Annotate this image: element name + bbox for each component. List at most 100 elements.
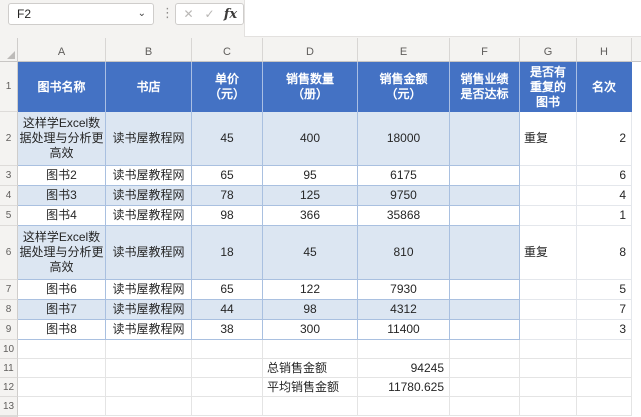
- col-header-A[interactable]: A: [18, 38, 106, 62]
- cell-H11[interactable]: [577, 359, 632, 378]
- cell-H3[interactable]: 6: [577, 166, 632, 186]
- cell-D3[interactable]: 95: [263, 166, 358, 186]
- cell-F6[interactable]: [450, 226, 520, 280]
- cell-E3[interactable]: 6175: [358, 166, 450, 186]
- col-header-B[interactable]: B: [106, 38, 192, 62]
- row-header[interactable]: 6: [0, 226, 18, 280]
- cell-G1[interactable]: 是否有 重复的 图书: [520, 62, 577, 112]
- cell-G3[interactable]: [520, 166, 577, 186]
- cell-H6[interactable]: 8: [577, 226, 632, 280]
- cell-D6[interactable]: 45: [263, 226, 358, 280]
- cell-F3[interactable]: [450, 166, 520, 186]
- row-header[interactable]: 1: [0, 62, 18, 112]
- cell-F10[interactable]: [450, 340, 520, 359]
- cell-D5[interactable]: 366: [263, 206, 358, 226]
- cell-E12[interactable]: 11780.625: [358, 378, 450, 397]
- row-header[interactable]: 7: [0, 280, 18, 300]
- cell-E6[interactable]: 810: [358, 226, 450, 280]
- row-header[interactable]: 3: [0, 166, 18, 186]
- cell-B8[interactable]: 读书屋教程网: [106, 300, 192, 320]
- row-header[interactable]: 2: [0, 112, 18, 166]
- cell-B7[interactable]: 读书屋教程网: [106, 280, 192, 300]
- cell-A4[interactable]: 图书3: [18, 186, 106, 206]
- cell-G7[interactable]: [520, 280, 577, 300]
- row-header[interactable]: 4: [0, 186, 18, 206]
- cell-D7[interactable]: 122: [263, 280, 358, 300]
- cell-F9[interactable]: [450, 320, 520, 340]
- cell-A8[interactable]: 图书7: [18, 300, 106, 320]
- cell-D13[interactable]: [263, 397, 358, 416]
- cell-A12[interactable]: [18, 378, 106, 397]
- cell-B2[interactable]: 读书屋教程网: [106, 112, 192, 166]
- col-header-F[interactable]: F: [450, 38, 520, 62]
- cell-F13[interactable]: [450, 397, 520, 416]
- cell-E5[interactable]: 35868: [358, 206, 450, 226]
- cell-D11[interactable]: 总销售金额: [263, 359, 358, 378]
- cell-E4[interactable]: 9750: [358, 186, 450, 206]
- cell-G9[interactable]: [520, 320, 577, 340]
- cell-H7[interactable]: 5: [577, 280, 632, 300]
- cell-C3[interactable]: 65: [192, 166, 263, 186]
- row-header[interactable]: 13: [0, 397, 18, 416]
- row-header[interactable]: 9: [0, 320, 18, 340]
- col-header-D[interactable]: D: [263, 38, 358, 62]
- cell-C5[interactable]: 98: [192, 206, 263, 226]
- cell-E10[interactable]: [358, 340, 450, 359]
- col-header-C[interactable]: C: [192, 38, 263, 62]
- cell-F7[interactable]: [450, 280, 520, 300]
- cell-D4[interactable]: 125: [263, 186, 358, 206]
- cell-F12[interactable]: [450, 378, 520, 397]
- cell-A1[interactable]: 图书名称: [18, 62, 106, 112]
- col-header-G[interactable]: G: [520, 38, 577, 62]
- cell-B13[interactable]: [106, 397, 192, 416]
- cell-C10[interactable]: [192, 340, 263, 359]
- cell-H9[interactable]: 3: [577, 320, 632, 340]
- cell-F8[interactable]: [450, 300, 520, 320]
- cell-E7[interactable]: 7930: [358, 280, 450, 300]
- cell-G11[interactable]: [520, 359, 577, 378]
- cell-H5[interactable]: 1: [577, 206, 632, 226]
- cell-C7[interactable]: 65: [192, 280, 263, 300]
- cell-H10[interactable]: [577, 340, 632, 359]
- cell-C2[interactable]: 45: [192, 112, 263, 166]
- row-header[interactable]: 5: [0, 206, 18, 226]
- formula-input[interactable]: [244, 0, 641, 37]
- cell-G6[interactable]: 重复: [520, 226, 577, 280]
- cell-H12[interactable]: [577, 378, 632, 397]
- cell-C12[interactable]: [192, 378, 263, 397]
- cell-G2[interactable]: 重复: [520, 112, 577, 166]
- cell-D8[interactable]: 98: [263, 300, 358, 320]
- cell-C6[interactable]: 18: [192, 226, 263, 280]
- cell-G12[interactable]: [520, 378, 577, 397]
- cell-B9[interactable]: 读书屋教程网: [106, 320, 192, 340]
- cell-C8[interactable]: 44: [192, 300, 263, 320]
- col-header-E[interactable]: E: [358, 38, 450, 62]
- cell-D1[interactable]: 销售数量 （册）: [263, 62, 358, 112]
- cell-B3[interactable]: 读书屋教程网: [106, 166, 192, 186]
- cell-G4[interactable]: [520, 186, 577, 206]
- cell-F4[interactable]: [450, 186, 520, 206]
- cell-C9[interactable]: 38: [192, 320, 263, 340]
- select-all-corner[interactable]: [0, 38, 18, 62]
- cell-A6[interactable]: 这样学Excel数据处理与分析更高效: [18, 226, 106, 280]
- cell-D9[interactable]: 300: [263, 320, 358, 340]
- cell-E1[interactable]: 销售金额 （元）: [358, 62, 450, 112]
- cell-B12[interactable]: [106, 378, 192, 397]
- cell-C1[interactable]: 单价 （元）: [192, 62, 263, 112]
- name-box[interactable]: F2 ⌄: [8, 3, 154, 25]
- cell-A2[interactable]: 这样学Excel数据处理与分析更高效: [18, 112, 106, 166]
- cell-A5[interactable]: 图书4: [18, 206, 106, 226]
- cell-G8[interactable]: [520, 300, 577, 320]
- row-header[interactable]: 11: [0, 359, 18, 378]
- cell-C4[interactable]: 78: [192, 186, 263, 206]
- col-header-H[interactable]: H: [577, 38, 632, 62]
- cell-H1[interactable]: 名次: [577, 62, 632, 112]
- cell-B6[interactable]: 读书屋教程网: [106, 226, 192, 280]
- chevron-down-icon[interactable]: ⌄: [138, 9, 153, 19]
- cell-A10[interactable]: [18, 340, 106, 359]
- cell-G13[interactable]: [520, 397, 577, 416]
- cell-F1[interactable]: 销售业绩 是否达标: [450, 62, 520, 112]
- cell-E11[interactable]: 94245: [358, 359, 450, 378]
- cell-H4[interactable]: 4: [577, 186, 632, 206]
- cell-B1[interactable]: 书店: [106, 62, 192, 112]
